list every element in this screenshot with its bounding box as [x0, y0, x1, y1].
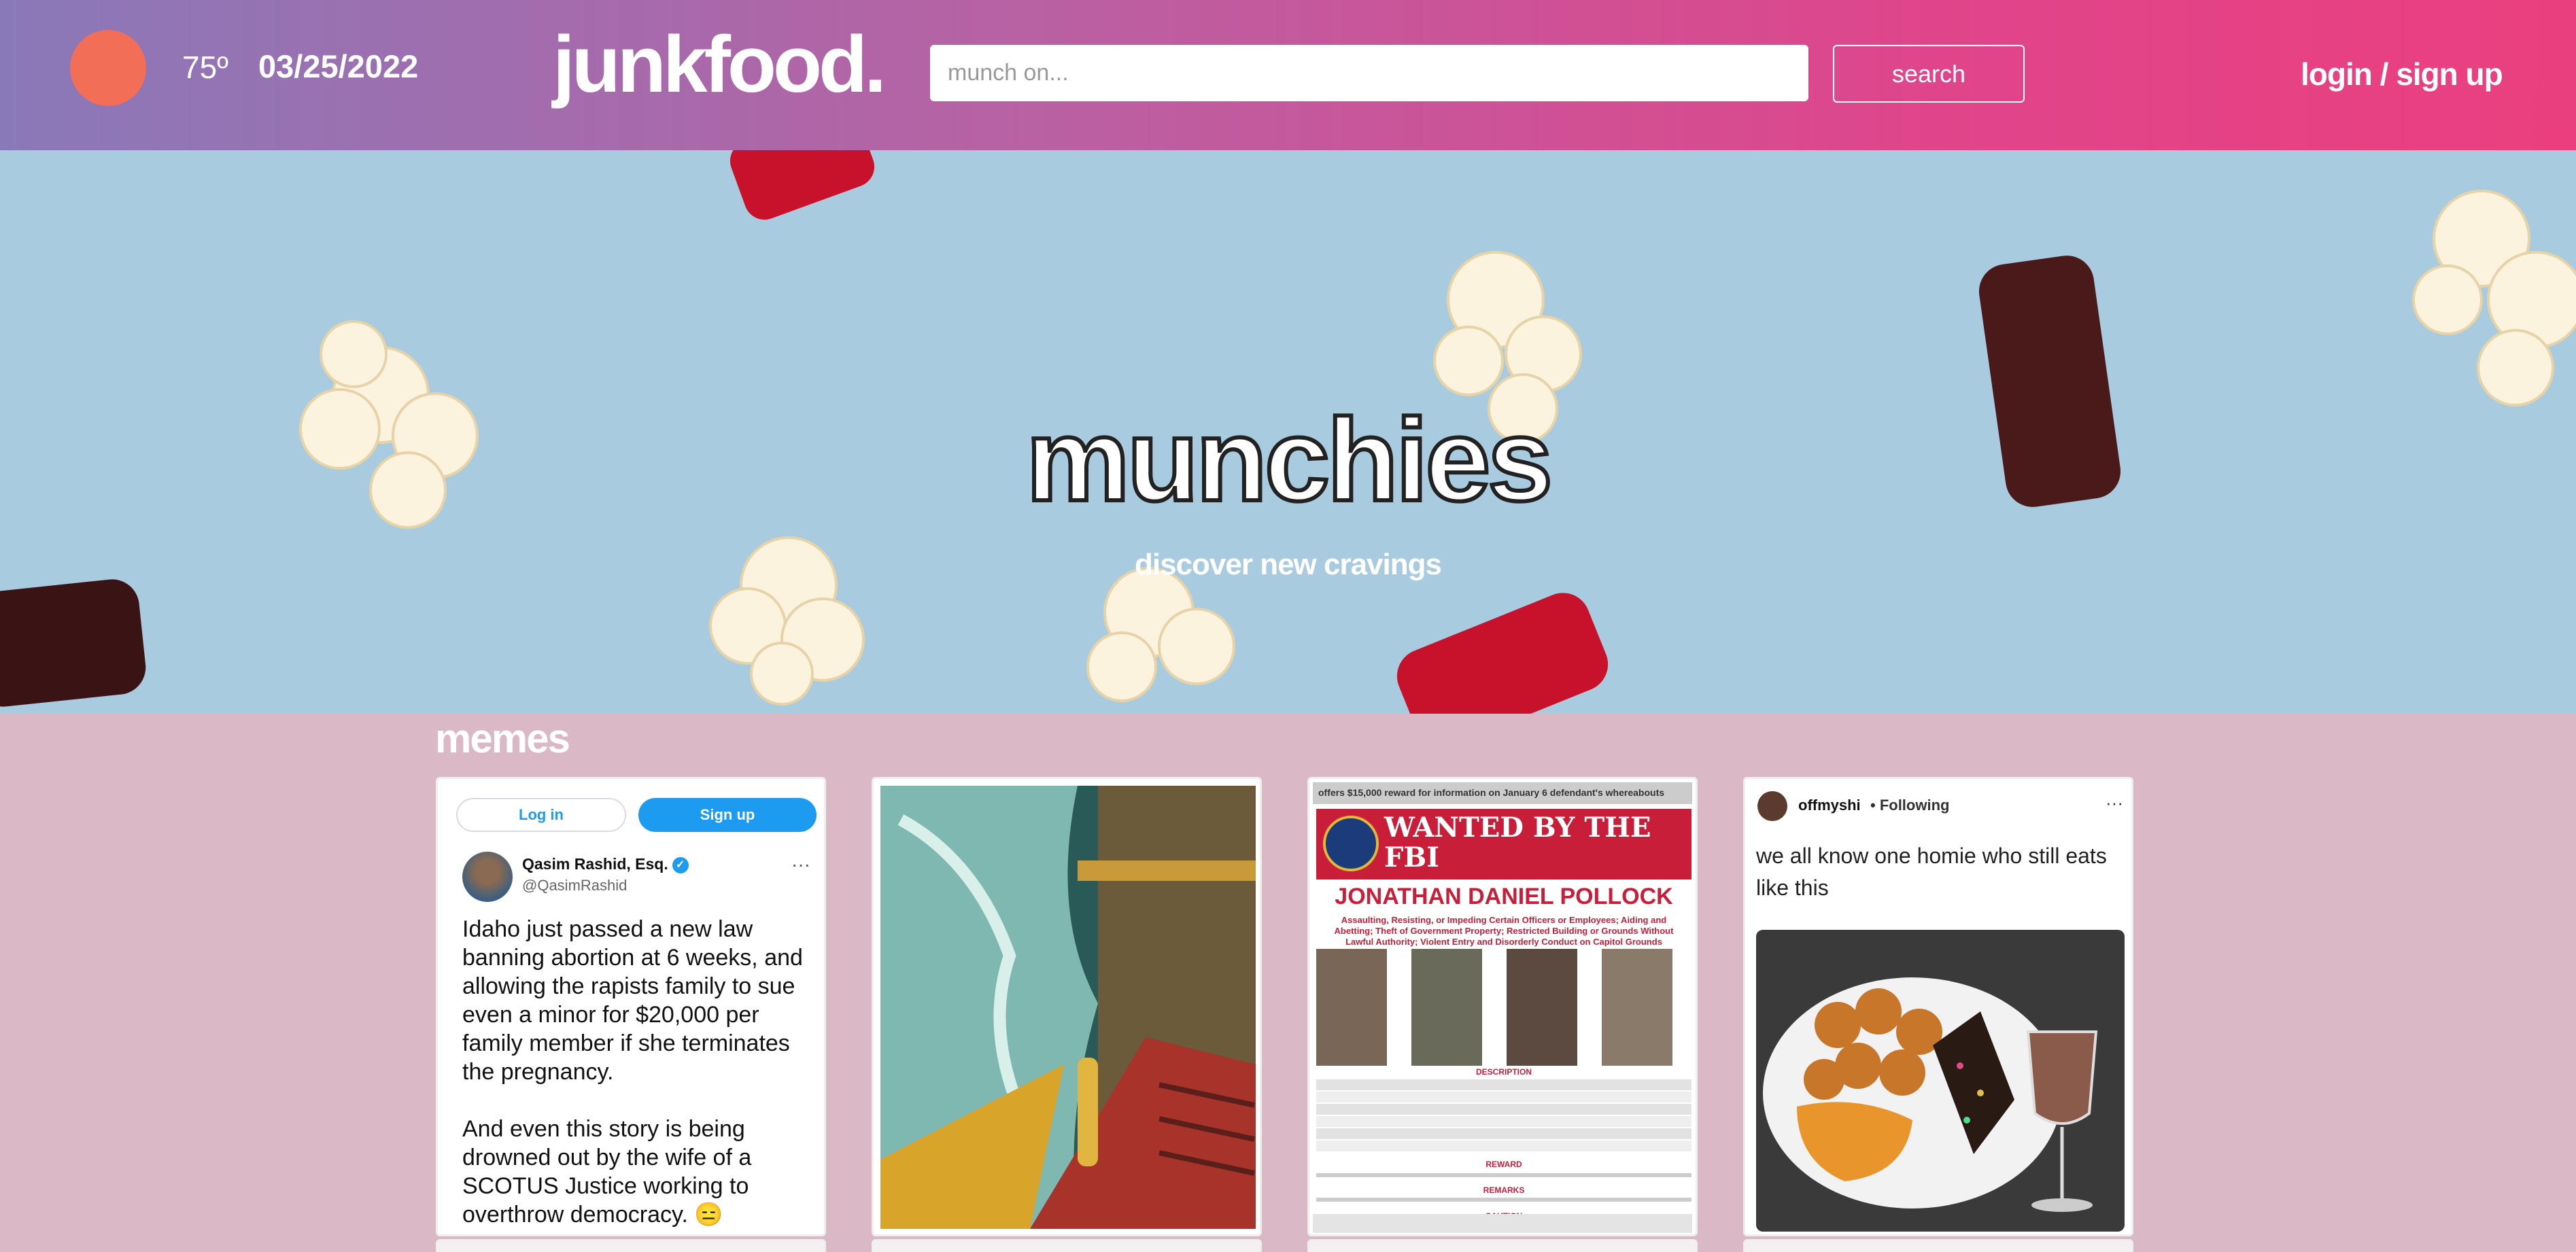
reward-heading: REWARD — [1486, 1160, 1522, 1169]
meme-card-tweet[interactable]: Log in Sign up Qasim Rashid, Esq. ✓ @Qasi… — [436, 777, 826, 1236]
temperature: 75º — [182, 50, 228, 85]
tweet-signup-button[interactable]: Sign up — [638, 798, 817, 832]
remarks-heading: REMARKS — [1483, 1185, 1525, 1195]
meme-card-next[interactable] — [872, 1239, 1262, 1252]
hero-subtitle: discover new cravings — [1135, 548, 1442, 581]
tweet-author-name[interactable]: Qasim Rashid, Esq. ✓ — [522, 855, 689, 873]
wanted-photo — [1507, 949, 1577, 1066]
hero-title: munchies — [1024, 395, 1555, 525]
tweet-text: Idaho just passed a new law banning abor… — [462, 916, 803, 1228]
wanted-name: JONATHAN DANIEL POLLOCK — [1335, 884, 1673, 909]
fbi-top-bar: offers $15,000 reward for information on… — [1313, 782, 1692, 804]
wanted-photo — [1411, 949, 1482, 1066]
reward-text — [1316, 1173, 1691, 1177]
wanted-text: WANTED BY THE FBI — [1384, 812, 1651, 873]
remarks-text — [1316, 1198, 1691, 1202]
description-heading: DESCRIPTION — [1475, 1067, 1532, 1077]
meme-card-fbi[interactable]: offers $15,000 reward for information on… — [1307, 777, 1698, 1236]
meme-card-next[interactable] — [1307, 1239, 1698, 1252]
wanted-photo — [1602, 949, 1672, 1066]
meme-card-next[interactable] — [1743, 1239, 2133, 1252]
ig-caption: we all know one homie who still eats lik… — [1756, 844, 2107, 900]
wanted-charges: Assaulting, Resisting, or Impeding Certa… — [1334, 915, 1674, 947]
tweet-author-handle[interactable]: @QasimRashid — [522, 877, 627, 894]
current-date: 03/25/2022 — [258, 48, 419, 84]
search-button[interactable]: search — [1833, 45, 2025, 103]
tweet-author-name-text: Qasim Rashid, Esq. — [522, 855, 668, 873]
search-input[interactable] — [930, 45, 1808, 101]
wanted-banner: WANTED BY THE FBI — [1316, 809, 1691, 880]
memes-heading: memes — [435, 716, 570, 761]
ig-following[interactable]: • Following — [1870, 797, 1949, 814]
avatar[interactable] — [1757, 791, 1787, 821]
ship-wave-image — [880, 786, 1256, 1229]
meme-card-image[interactable] — [872, 777, 1262, 1236]
site-logo[interactable]: junkfood. — [553, 24, 887, 105]
meme-card-instagram[interactable]: offmyshi • Following ··· we all know one… — [1743, 777, 2133, 1236]
fbi-seal-icon — [1323, 816, 1379, 871]
pdf-pager[interactable] — [1313, 1214, 1692, 1233]
verified-icon: ✓ — [672, 856, 689, 873]
site-header: 75º 03/25/2022 junkfood. search login / … — [0, 0, 2576, 150]
hero-banner: munchies discover new cravings — [0, 150, 2576, 714]
login-signup-link[interactable]: login / sign up — [2301, 56, 2503, 92]
avatar[interactable] — [462, 852, 513, 902]
weather-icon — [70, 30, 146, 106]
more-options-icon[interactable]: ··· — [791, 854, 810, 875]
ig-username[interactable]: offmyshi — [1798, 797, 1861, 814]
description-table — [1316, 1079, 1691, 1153]
food-plate-image — [1756, 930, 2125, 1232]
meme-card-next[interactable] — [436, 1239, 826, 1252]
wanted-photo — [1316, 949, 1387, 1066]
tweet-login-button[interactable]: Log in — [456, 798, 626, 832]
more-options-icon[interactable]: ··· — [2106, 793, 2123, 814]
